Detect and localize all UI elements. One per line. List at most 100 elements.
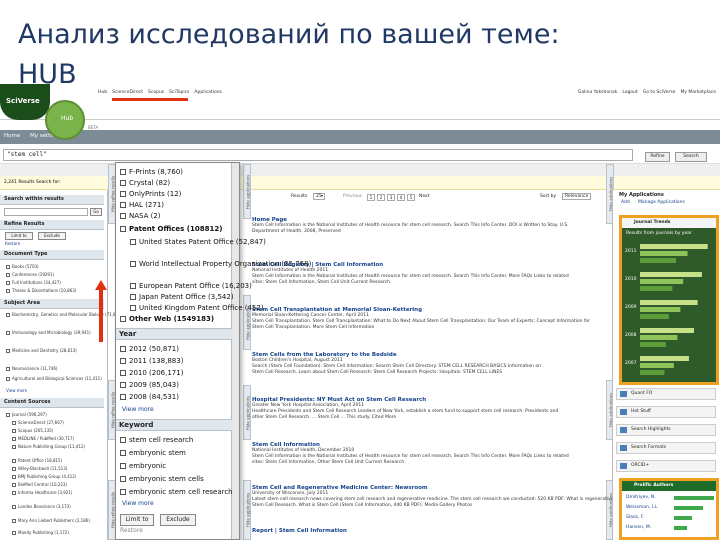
checkbox[interactable] bbox=[6, 377, 10, 381]
author-link[interactable]: Dmitriyev, N. bbox=[626, 495, 656, 500]
subject-item[interactable]: Neuroscience (11,746) bbox=[6, 366, 57, 371]
year-option[interactable]: 2010 (206,171) bbox=[120, 369, 183, 377]
view-more-link[interactable]: View more bbox=[6, 388, 27, 393]
checkbox[interactable] bbox=[120, 489, 126, 495]
year-view-more-link[interactable]: View more bbox=[122, 406, 154, 413]
subject-area-heading[interactable]: Subject Area bbox=[0, 299, 104, 309]
result-title[interactable]: Report | Stem Cell Information bbox=[252, 528, 604, 534]
restore-link[interactable]: Restore bbox=[5, 241, 20, 246]
source-option[interactable]: Crystal (82) bbox=[120, 179, 170, 187]
checkbox[interactable] bbox=[6, 331, 10, 335]
source-option[interactable]: OnlyPrints (12) bbox=[120, 190, 181, 198]
patent-offices-option[interactable]: Patent Offices (108812) bbox=[120, 225, 222, 233]
checkbox[interactable] bbox=[12, 467, 16, 471]
exclude-button[interactable]: Exclude bbox=[38, 232, 66, 240]
user-name[interactable]: Galina Yakshonak bbox=[578, 90, 617, 95]
checkbox[interactable] bbox=[6, 289, 10, 293]
checkbox[interactable] bbox=[12, 475, 16, 479]
year-heading[interactable]: Year bbox=[116, 328, 232, 340]
hide-apps-tab[interactable]: Hide applications bbox=[243, 385, 251, 440]
trend-bar[interactable] bbox=[640, 314, 669, 319]
source-item[interactable]: Patent Office (18,815) bbox=[12, 458, 62, 463]
checkbox[interactable] bbox=[6, 413, 10, 417]
checkbox[interactable] bbox=[120, 382, 126, 388]
checkbox[interactable] bbox=[120, 180, 126, 186]
app-orcid[interactable]: ORCID+ bbox=[616, 460, 716, 472]
search-within-input[interactable] bbox=[4, 208, 88, 216]
page-4[interactable]: 4 bbox=[397, 194, 405, 201]
app-hot-stuff[interactable]: Hot Stuff bbox=[616, 406, 716, 418]
product-link-sciencedirect[interactable]: ScienceDirect bbox=[112, 90, 143, 95]
product-link-hub[interactable]: Hub bbox=[98, 90, 107, 95]
checkbox[interactable] bbox=[12, 505, 16, 509]
subject-item[interactable]: Medicine and Dentistry (28,813) bbox=[6, 348, 77, 353]
checkbox[interactable] bbox=[120, 202, 126, 208]
goto-sciverse-link[interactable]: Go to SciVerse bbox=[643, 90, 676, 95]
patent-option[interactable]: Japan Patent Office (3,542) bbox=[130, 293, 234, 301]
keyword-option[interactable]: stem cell research bbox=[120, 436, 193, 444]
refine-button[interactable]: Refine bbox=[645, 152, 670, 162]
doc-type-item[interactable]: Books (5703) bbox=[6, 264, 39, 269]
checkbox[interactable] bbox=[120, 463, 126, 469]
author-link[interactable]: Slack, F. bbox=[626, 515, 644, 520]
year-option[interactable]: 2012 (50,871) bbox=[120, 345, 179, 353]
page-1[interactable]: 1 bbox=[367, 194, 375, 201]
checkbox[interactable] bbox=[120, 316, 126, 322]
patent-option[interactable]: United Kingdom Patent Office (452) bbox=[130, 304, 264, 312]
search-within-go-button[interactable]: Go bbox=[90, 208, 102, 216]
trend-bar[interactable] bbox=[640, 244, 708, 249]
year-option[interactable]: 2008 (84,531) bbox=[120, 393, 179, 401]
source-option[interactable]: NASA (2) bbox=[120, 212, 161, 220]
checkbox[interactable] bbox=[120, 346, 126, 352]
checkbox[interactable] bbox=[12, 519, 16, 523]
product-link-scopus[interactable]: Scopus bbox=[148, 90, 164, 95]
checkbox[interactable] bbox=[6, 349, 10, 353]
source-option[interactable]: F-Prints (8,760) bbox=[120, 168, 183, 176]
trend-bar[interactable] bbox=[640, 272, 702, 277]
subject-item[interactable]: Immunology and Microbiology (39,941) bbox=[6, 330, 91, 335]
trend-bar[interactable] bbox=[640, 251, 688, 256]
search-button[interactable]: Search bbox=[675, 152, 707, 162]
dropdown-limit-to-button[interactable]: Limit to bbox=[120, 514, 154, 526]
sort-select[interactable]: Relevance bbox=[562, 193, 592, 200]
checkbox[interactable] bbox=[120, 476, 126, 482]
doc-type-item[interactable]: Conferences (19291) bbox=[6, 272, 54, 277]
checkbox[interactable] bbox=[130, 261, 136, 267]
patent-option[interactable]: European Patent Office (16,203) bbox=[130, 282, 252, 290]
keyword-view-more-link[interactable]: View more bbox=[122, 500, 154, 507]
source-item[interactable]: Landes Bioscience (3,173) bbox=[12, 504, 71, 509]
trend-bar[interactable] bbox=[640, 307, 681, 312]
dropdown-scrollbar[interactable] bbox=[231, 163, 239, 539]
checkbox[interactable] bbox=[6, 273, 10, 277]
page-3[interactable]: 3 bbox=[387, 194, 395, 201]
checkbox[interactable] bbox=[120, 213, 126, 219]
checkbox[interactable] bbox=[120, 394, 126, 400]
year-option[interactable]: 2011 (138,883) bbox=[120, 357, 183, 365]
checkbox[interactable] bbox=[12, 459, 16, 463]
doc-type-item[interactable]: Theses & Dissertations (10,863) bbox=[6, 288, 76, 293]
page-2[interactable]: 2 bbox=[377, 194, 385, 201]
checkbox[interactable] bbox=[6, 281, 10, 285]
search-input[interactable]: "stem cell" bbox=[3, 149, 633, 161]
next-page-link[interactable]: Next bbox=[419, 194, 429, 199]
product-link-applications[interactable]: Applications bbox=[194, 90, 222, 95]
app-quant[interactable]: Quant FO bbox=[616, 388, 716, 400]
patent-option[interactable]: World Intellectual Property Organization… bbox=[130, 260, 311, 268]
keyword-option[interactable]: embryonic stem bbox=[120, 449, 186, 457]
page-5[interactable]: 5 bbox=[407, 194, 415, 201]
marketplace-link[interactable]: My Marketplace bbox=[680, 90, 716, 95]
trend-bar[interactable] bbox=[640, 279, 684, 284]
tab-home[interactable]: Home bbox=[4, 133, 20, 139]
keyword-option[interactable]: embryonic stem cell research bbox=[120, 488, 233, 496]
hide-apps-tab[interactable]: Hide applications bbox=[243, 164, 251, 219]
hub-logo[interactable]: Hub bbox=[45, 100, 85, 140]
checkbox[interactable] bbox=[6, 313, 10, 317]
other-web-option[interactable]: Other Web (1549183) bbox=[120, 315, 214, 323]
checkbox[interactable] bbox=[130, 239, 136, 245]
author-link[interactable]: Hansen, M. bbox=[626, 525, 651, 530]
source-item[interactable]: Mary Ann Liebert Publishers (2,186) bbox=[12, 518, 90, 523]
trend-bar[interactable] bbox=[640, 258, 676, 263]
checkbox[interactable] bbox=[6, 265, 10, 269]
logout-link[interactable]: Logout bbox=[622, 90, 637, 95]
trend-bar[interactable] bbox=[640, 300, 698, 305]
